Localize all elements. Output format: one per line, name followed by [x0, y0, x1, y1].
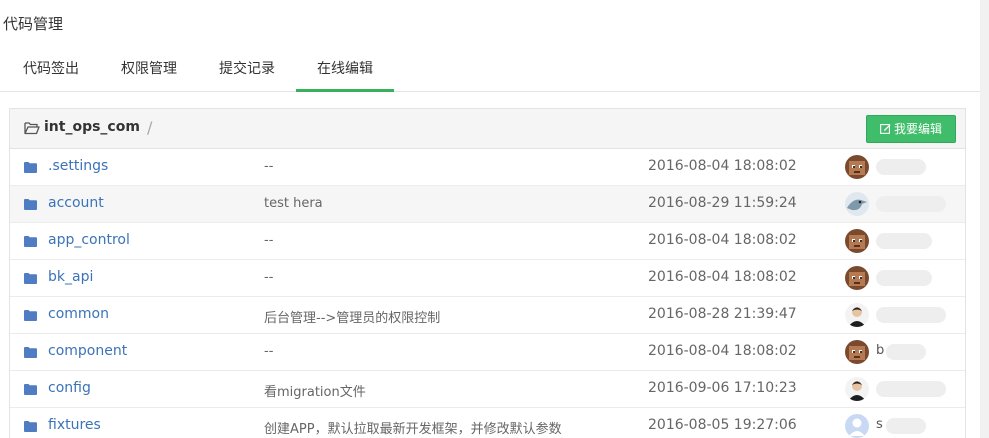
- edit-button[interactable]: 我要编辑: [866, 115, 956, 143]
- tab-checkout[interactable]: 代码签出: [2, 50, 100, 92]
- file-name-link[interactable]: app_control: [48, 232, 130, 248]
- file-row[interactable]: account test hera 2016-08-29 11:59:24: [10, 186, 965, 223]
- author-name-blurred: [876, 381, 946, 397]
- author-name-blurred: [876, 270, 932, 286]
- path-separator: /: [147, 118, 153, 137]
- commit-message: --: [264, 270, 274, 285]
- bird-avatar: [845, 192, 869, 216]
- commit-time: 2016-08-04 18:08:02: [648, 343, 797, 359]
- file-row[interactable]: config 看migration文件 2016-09-06 17:10:23: [10, 371, 965, 408]
- author-name-blurred: [876, 307, 946, 323]
- repo-name[interactable]: int_ops_com: [44, 119, 140, 135]
- folder-icon: [24, 273, 37, 284]
- file-row[interactable]: common 后台管理-->管理员的权限控制 2016-08-28 21:39:47: [10, 297, 965, 334]
- file-row[interactable]: bk_api -- 2016-08-04 18:08:02: [10, 260, 965, 297]
- repo-header: int_ops_com / 我要编辑: [10, 109, 965, 149]
- default-user-avatar: [845, 414, 869, 438]
- file-row[interactable]: app_control -- 2016-08-04 18:08:02: [10, 223, 965, 260]
- author-name-blurred: [876, 233, 932, 249]
- folder-icon: [24, 236, 37, 247]
- folder-icon: [24, 347, 37, 358]
- commit-message: --: [264, 344, 274, 359]
- page-scroll-edge: [980, 0, 989, 438]
- file-name-link[interactable]: config: [48, 380, 91, 396]
- file-name-link[interactable]: fixtures: [48, 417, 101, 433]
- brown-face-avatar: [845, 155, 869, 179]
- file-row[interactable]: .settings -- 2016-08-04 18:08:02: [10, 149, 965, 186]
- repo-file-browser: int_ops_com / 我要编辑 .settings -- 2016-08-04…: [9, 108, 966, 438]
- file-list: .settings -- 2016-08-04 18:08:02 account tes…: [10, 149, 965, 438]
- file-name-link[interactable]: component: [48, 343, 127, 359]
- tab-commit-history[interactable]: 提交记录: [198, 50, 296, 92]
- person-avatar: [845, 303, 869, 327]
- commit-time: 2016-09-06 17:10:23: [648, 380, 797, 396]
- brown-face-avatar: [845, 266, 869, 290]
- folder-icon: [24, 162, 37, 173]
- folder-icon: [24, 384, 37, 395]
- commit-message: --: [264, 159, 274, 174]
- commit-message: 看migration文件: [264, 385, 366, 400]
- tab-bar: 代码签出 权限管理 提交记录 在线编辑: [0, 50, 980, 92]
- code-management-page: 代码管理 代码签出 权限管理 提交记录 在线编辑 int_ops_com / 我…: [0, 0, 989, 438]
- author-name-blurred: [876, 159, 926, 175]
- file-row[interactable]: component -- 2016-08-04 18:08:02 b: [10, 334, 965, 371]
- page-title: 代码管理: [3, 15, 64, 33]
- file-row[interactable]: fixtures 创建APP，默认拉取最新开发框架，并修改默认参数 2016-08-…: [10, 408, 965, 438]
- commit-time: 2016-08-04 18:08:02: [648, 269, 797, 285]
- file-name-link[interactable]: .settings: [48, 158, 108, 174]
- commit-time: 2016-08-05 19:27:06: [648, 417, 797, 433]
- file-name-link[interactable]: account: [48, 195, 104, 211]
- commit-time: 2016-08-04 18:08:02: [648, 158, 797, 174]
- brown-face-avatar: [845, 340, 869, 364]
- tab-online-edit[interactable]: 在线编辑: [296, 50, 394, 92]
- author-name-blurred: [886, 418, 926, 434]
- commit-time: 2016-08-28 21:39:47: [648, 306, 797, 322]
- author-name-blurred: [876, 196, 946, 212]
- folder-open-icon: [24, 122, 40, 135]
- commit-message: test hera: [264, 196, 323, 211]
- file-name-link[interactable]: common: [48, 306, 109, 322]
- commit-message: 创建APP，默认拉取最新开发框架，并修改默认参数: [264, 422, 562, 437]
- folder-icon: [24, 421, 37, 432]
- commit-time: 2016-08-04 18:08:02: [648, 232, 797, 248]
- file-name-link[interactable]: bk_api: [48, 269, 93, 285]
- author-name: b: [876, 343, 885, 358]
- tab-permissions[interactable]: 权限管理: [100, 50, 198, 92]
- author-name: s: [876, 417, 883, 432]
- edit-icon: [880, 124, 891, 134]
- commit-message: 后台管理-->管理员的权限控制: [264, 311, 441, 326]
- folder-icon: [24, 199, 37, 210]
- brown-face-avatar: [845, 229, 869, 253]
- edit-button-label: 我要编辑: [893, 122, 942, 136]
- commit-message: --: [264, 233, 274, 248]
- folder-icon: [24, 310, 37, 321]
- person-avatar: [845, 377, 869, 401]
- commit-time: 2016-08-29 11:59:24: [648, 195, 797, 211]
- author-name-blurred: [886, 344, 926, 360]
